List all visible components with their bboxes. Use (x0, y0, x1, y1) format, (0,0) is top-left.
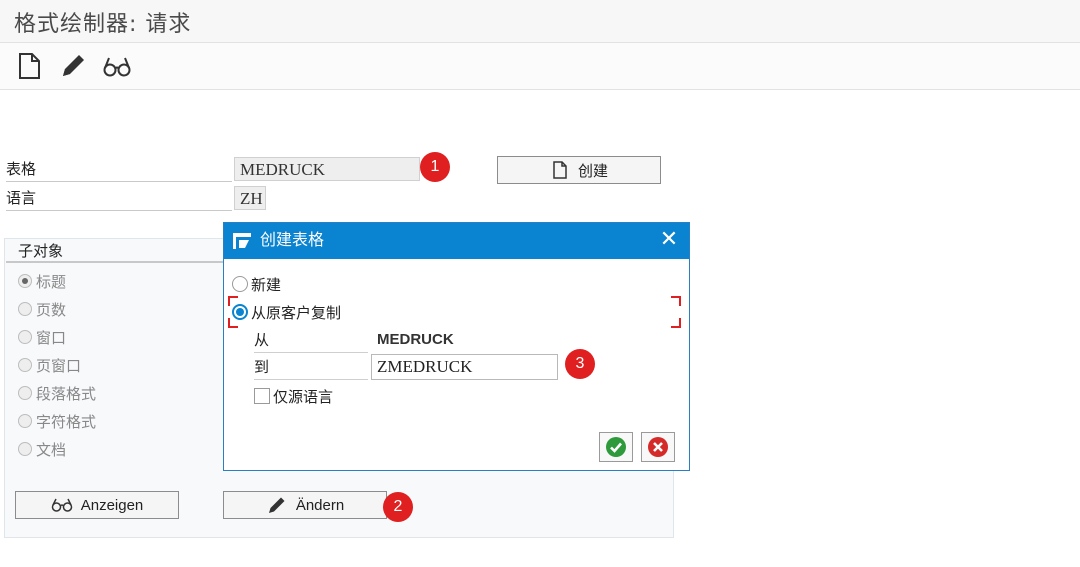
dialog-option-copy-from-client[interactable]: 从原客户复制 (232, 300, 341, 324)
glasses-icon (51, 498, 72, 512)
title-bar: 格式绘制器: 请求 (0, 0, 1080, 43)
display-button[interactable]: Anzeigen (15, 491, 179, 519)
subobject-option-paragraph-formats[interactable]: 段落格式 (18, 381, 96, 405)
to-label: 到 (254, 355, 368, 380)
dialog-window-icon (233, 233, 251, 249)
subobject-option-page-windows[interactable]: 页窗口 (18, 353, 81, 377)
close-icon[interactable]: ✕ (659, 229, 679, 251)
radio-icon (18, 302, 32, 316)
subobject-option-windows[interactable]: 窗口 (18, 325, 66, 349)
subobject-header: 子对象 (6, 239, 224, 263)
create-form-dialog: 创建表格 ✕ 新建 从原客户复制 从 MEDRUCK 到 ZMEDRUCK 3 … (223, 222, 690, 471)
new-document-icon[interactable] (14, 51, 44, 81)
toolbar (0, 43, 1080, 90)
radio-icon (18, 330, 32, 344)
radio-icon (18, 442, 32, 456)
highlight-corner (671, 318, 681, 328)
change-button-label: Ändern (295, 496, 345, 514)
display-button-label: Anzeigen (80, 496, 144, 514)
radio-icon (18, 386, 32, 400)
subobject-option-title[interactable]: 标题 (18, 269, 66, 293)
to-input[interactable]: ZMEDRUCK (371, 354, 558, 380)
change-button[interactable]: Ändern (223, 491, 387, 519)
glasses-icon[interactable] (102, 51, 132, 81)
form-label-language: 语言 (6, 186, 232, 211)
step-badge-3: 3 (565, 349, 595, 379)
source-language-only-checkbox[interactable] (254, 388, 270, 404)
radio-icon (18, 414, 32, 428)
create-button-label: 创建 (577, 162, 608, 180)
window-title: 格式绘制器: 请求 (14, 12, 192, 37)
dialog-option-new[interactable]: 新建 (232, 272, 281, 296)
pencil-icon (268, 497, 285, 513)
highlight-corner (228, 296, 238, 306)
radio-icon (18, 274, 32, 288)
form-input-form[interactable]: MEDRUCK (234, 157, 420, 181)
pencil-icon[interactable] (58, 51, 88, 81)
highlight-corner (671, 296, 681, 306)
dialog-title: 创建表格 (260, 230, 325, 249)
step-badge-2: 2 (383, 492, 413, 522)
cancel-button[interactable] (641, 432, 675, 462)
highlight-corner (228, 318, 238, 328)
source-language-only-label: 仅源语言 (273, 387, 334, 406)
subobject-option-documentation[interactable]: 文档 (18, 437, 66, 461)
from-value: MEDRUCK (377, 331, 454, 348)
confirm-button[interactable] (599, 432, 633, 462)
form-label-form: 表格 (6, 157, 232, 182)
step-badge-1: 1 (420, 152, 450, 182)
form-input-language[interactable]: ZH (234, 186, 266, 210)
dialog-title-bar: 创建表格 ✕ (224, 223, 689, 259)
subobject-option-character-formats[interactable]: 字符格式 (18, 409, 96, 433)
radio-icon (232, 276, 248, 292)
from-label: 从 (254, 328, 368, 353)
subobject-option-pages[interactable]: 页数 (18, 297, 66, 321)
create-button[interactable]: 创建 (497, 156, 661, 184)
checkmark-icon (606, 437, 626, 457)
radio-icon (18, 358, 32, 372)
new-document-icon (553, 161, 567, 179)
cancel-icon (648, 437, 668, 457)
